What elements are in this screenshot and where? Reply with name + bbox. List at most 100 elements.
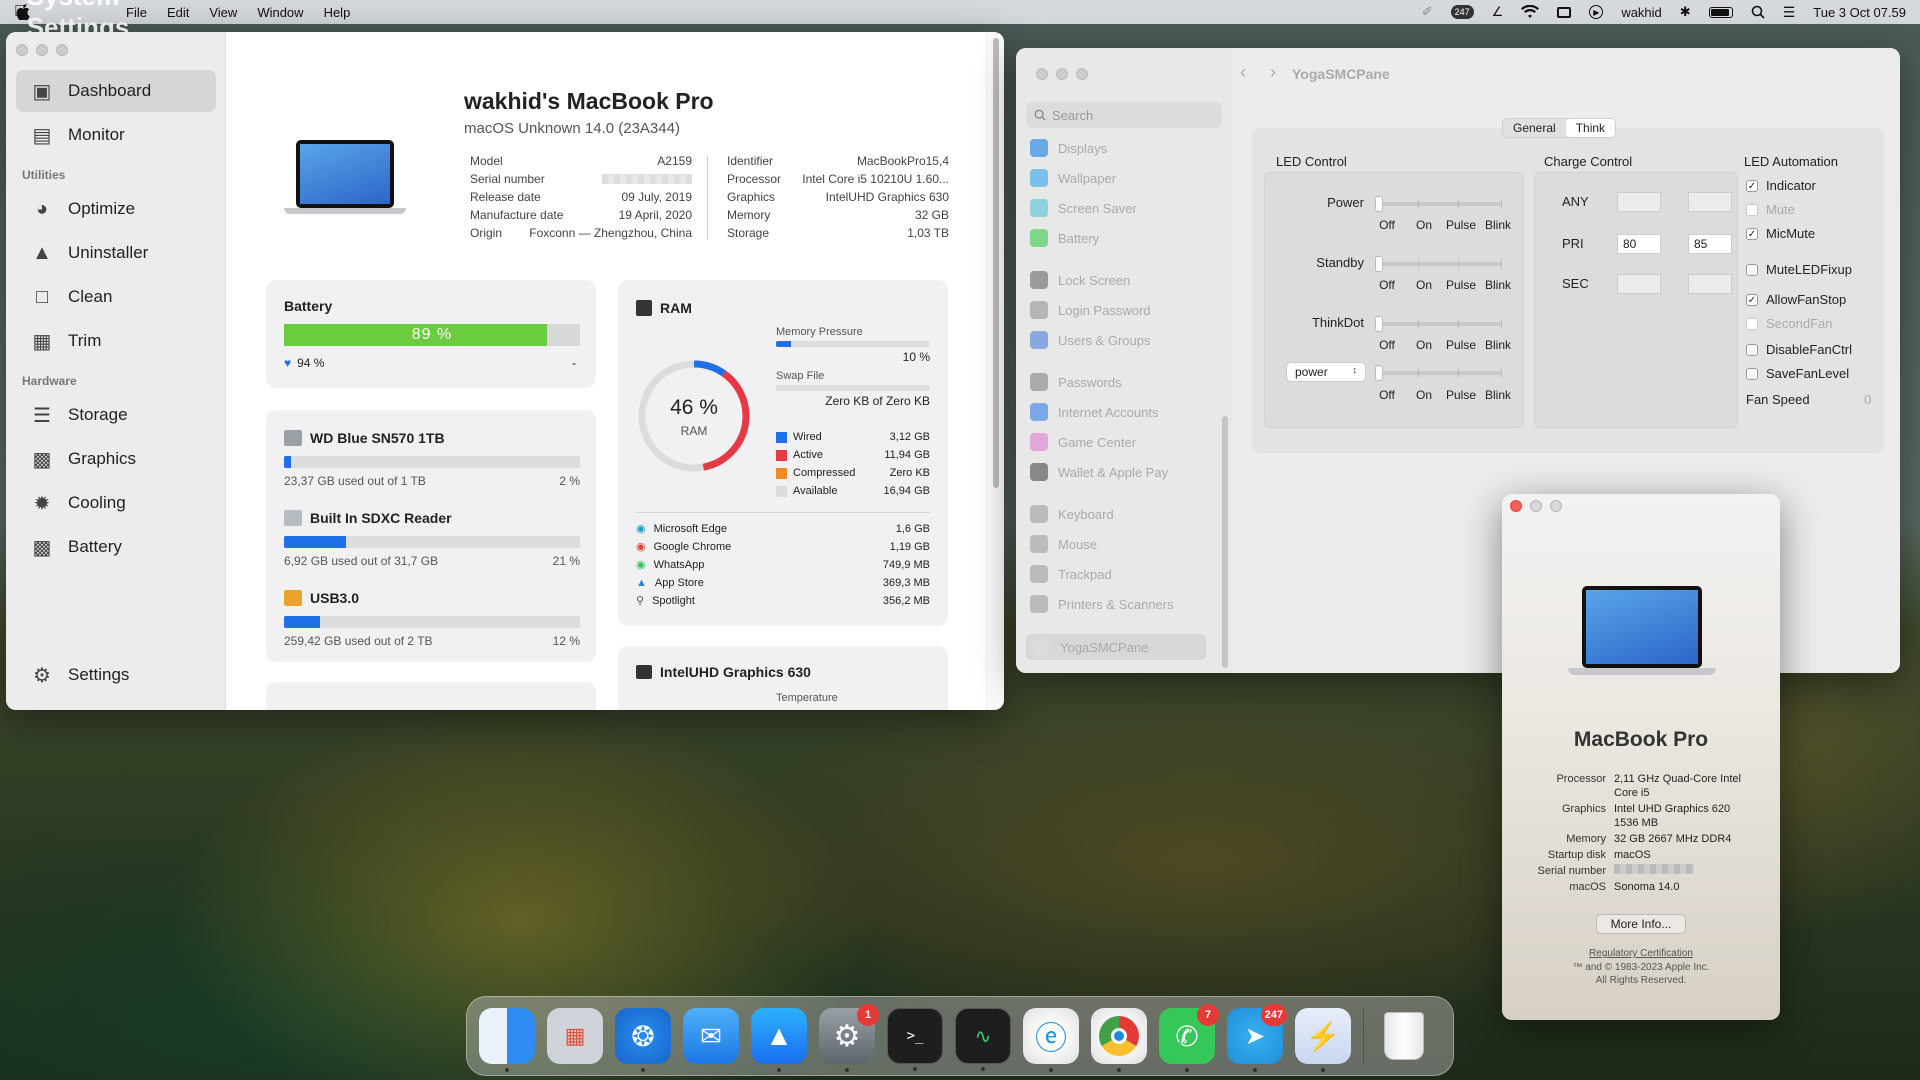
menu-user[interactable]: wakhid bbox=[1621, 5, 1661, 20]
power-slider[interactable] bbox=[1375, 196, 1502, 212]
system-settings-icon[interactable]: ⚙ 1 bbox=[819, 1004, 879, 1072]
display-icon[interactable] bbox=[1557, 6, 1572, 18]
standby-slider[interactable] bbox=[1375, 256, 1502, 272]
battery-icon[interactable] bbox=[1708, 6, 1733, 18]
settings-item-yogasmcpane[interactable]: YogaSMCPane bbox=[1026, 634, 1206, 660]
charge-sec-end[interactable] bbox=[1688, 274, 1732, 294]
launchpad-icon[interactable]: ▦ bbox=[547, 1008, 603, 1064]
ram-card[interactable]: RAM 46 % RAM Memory Pressure 10 % Swap F… bbox=[618, 280, 948, 626]
settings-item-internet-accounts[interactable]: Internet Accounts bbox=[1030, 400, 1158, 424]
sidebar-item-settings[interactable]: ⚙ Settings bbox=[16, 654, 216, 696]
finder-icon[interactable] bbox=[479, 1008, 535, 1072]
settings-item-displays[interactable]: Displays bbox=[1030, 136, 1107, 160]
bluetooth-icon[interactable]: ✱ bbox=[1680, 4, 1691, 20]
battery-card[interactable]: Battery 89 % ♥ 94 % - bbox=[266, 280, 596, 388]
settings-item-users-groups[interactable]: Users & Groups bbox=[1030, 328, 1150, 352]
sidebar-item-storage[interactable]: ☰ Storage bbox=[16, 394, 216, 436]
sidebar-item-monitor[interactable]: ▤ Monitor bbox=[16, 114, 216, 156]
zoom-button[interactable] bbox=[1076, 68, 1088, 80]
sidebar-scrollbar[interactable] bbox=[1222, 416, 1228, 668]
search-icon[interactable] bbox=[1751, 5, 1765, 19]
slider-knob[interactable] bbox=[1375, 316, 1383, 332]
slider-knob[interactable] bbox=[1375, 256, 1383, 272]
notification-count-icon[interactable]: 247 bbox=[1450, 5, 1474, 19]
charge-any-start[interactable] bbox=[1617, 192, 1661, 212]
settings-item-wallpaper[interactable]: Wallpaper bbox=[1030, 166, 1116, 190]
menu-window[interactable]: Window bbox=[257, 5, 303, 20]
telegram-icon[interactable]: ➤ 247 bbox=[1227, 1004, 1287, 1072]
settings-item-login-password[interactable]: Login Password bbox=[1030, 298, 1151, 322]
checkbox-secondfan[interactable]: SecondFan bbox=[1746, 316, 1833, 331]
sidebar-item-trim[interactable]: ▦ Trim bbox=[16, 320, 216, 362]
tab-think[interactable]: Think bbox=[1565, 119, 1616, 137]
menu-edit[interactable]: Edit bbox=[167, 5, 189, 20]
back-icon[interactable]: ‹ bbox=[1240, 62, 1246, 83]
tab-general[interactable]: General bbox=[1503, 119, 1566, 137]
settings-item-mouse[interactable]: Mouse bbox=[1030, 532, 1097, 556]
charge-any-end[interactable] bbox=[1688, 192, 1732, 212]
settings-item-keyboard[interactable]: Keyboard bbox=[1030, 502, 1114, 526]
checkbox-micmute[interactable]: ✓ MicMute bbox=[1746, 226, 1815, 241]
thinkdot-slider[interactable] bbox=[1375, 316, 1502, 332]
menu-view[interactable]: View bbox=[209, 5, 237, 20]
safari-icon[interactable]: ❂ bbox=[615, 1008, 671, 1072]
regulatory-link[interactable]: Regulatory Certification bbox=[1502, 948, 1780, 959]
settings-item-screen-saver[interactable]: Screen Saver bbox=[1030, 196, 1137, 220]
close-button[interactable] bbox=[1510, 500, 1522, 512]
storage-card[interactable]: WD Blue SN570 1TB 23,37 GB used out of 1… bbox=[266, 410, 596, 662]
sidebar-item-battery[interactable]: ▩ Battery bbox=[16, 526, 216, 568]
search-field[interactable]: Search bbox=[1026, 102, 1222, 128]
activity-monitor-icon[interactable]: ∿ bbox=[955, 1008, 1011, 1071]
menu-clock[interactable]: Tue 3 Oct 07.59 bbox=[1813, 5, 1906, 20]
pen-icon[interactable]: ∠ bbox=[1492, 4, 1504, 20]
settings-item-passwords[interactable]: Passwords bbox=[1030, 370, 1122, 394]
minimize-button[interactable] bbox=[1530, 500, 1542, 512]
whatsapp-icon[interactable]: ✆ 7 bbox=[1159, 1004, 1219, 1072]
settings-item-wallet[interactable]: Wallet & Apple Pay bbox=[1030, 460, 1168, 484]
led-select[interactable]: power ↕ bbox=[1286, 362, 1366, 382]
play-icon[interactable]: ▶ bbox=[1589, 5, 1604, 19]
sidebar-item-clean[interactable]: □ Clean bbox=[16, 276, 216, 318]
wifi-icon[interactable] bbox=[1521, 5, 1540, 19]
settings-item-lock-screen[interactable]: Lock Screen bbox=[1030, 268, 1130, 292]
menu-help[interactable]: Help bbox=[324, 5, 351, 20]
minimize-button[interactable] bbox=[1056, 68, 1068, 80]
zoom-button[interactable] bbox=[1550, 500, 1562, 512]
appstore-icon[interactable]: ▲ bbox=[751, 1008, 807, 1072]
forward-icon[interactable]: › bbox=[1270, 62, 1276, 83]
sidebar-item-optimize[interactable]: ◕ Optimize bbox=[16, 188, 216, 230]
charge-pri-start[interactable]: 80 bbox=[1617, 234, 1661, 254]
checkbox-mute[interactable]: Mute bbox=[1746, 202, 1795, 217]
checkbox-allowfanstop[interactable]: ✓ AllowFanStop bbox=[1746, 292, 1846, 307]
chrome-icon[interactable] bbox=[1091, 1008, 1147, 1072]
close-button[interactable] bbox=[1036, 68, 1048, 80]
scrollbar-thumb[interactable] bbox=[993, 38, 999, 488]
terminal-icon[interactable]: >_ bbox=[887, 1008, 943, 1071]
close-button[interactable] bbox=[16, 44, 28, 56]
settings-item-battery[interactable]: Battery bbox=[1030, 226, 1099, 250]
custom-slider[interactable] bbox=[1375, 365, 1502, 381]
checkbox-savefanlevel[interactable]: SaveFanLevel bbox=[1746, 366, 1849, 381]
zoom-button[interactable] bbox=[56, 44, 68, 56]
slider-knob[interactable] bbox=[1375, 365, 1383, 381]
settings-item-trackpad[interactable]: Trackpad bbox=[1030, 562, 1112, 586]
feather-icon[interactable]: ✐ bbox=[1422, 4, 1433, 20]
checkbox-muteledfixup[interactable]: MuteLEDFixup bbox=[1746, 262, 1852, 277]
scrollbar[interactable] bbox=[986, 32, 1004, 710]
sidebar-item-graphics[interactable]: ▩ Graphics bbox=[16, 438, 216, 480]
sidebar-item-uninstaller[interactable]: ▲ Uninstaller bbox=[16, 232, 216, 274]
checkbox-disablefanctrl[interactable]: DisableFanCtrl bbox=[1746, 342, 1852, 357]
mail-icon[interactable]: ✉ bbox=[683, 1008, 739, 1064]
more-info-button[interactable]: More Info... bbox=[1596, 914, 1686, 934]
checkbox-indicator[interactable]: ✓ Indicator bbox=[1746, 178, 1816, 193]
trash-icon[interactable] bbox=[1376, 1008, 1432, 1064]
slider-knob[interactable] bbox=[1375, 196, 1383, 212]
control-center-icon[interactable]: ☰ bbox=[1783, 4, 1796, 21]
settings-item-game-center[interactable]: Game Center bbox=[1030, 430, 1136, 454]
edge-icon[interactable]: ⓔ bbox=[1023, 1008, 1079, 1072]
shortcut-bolt-icon[interactable]: ⚡ bbox=[1295, 1008, 1351, 1072]
charge-sec-start[interactable] bbox=[1617, 274, 1661, 294]
minimize-button[interactable] bbox=[36, 44, 48, 56]
sidebar-item-cooling[interactable]: ✹ Cooling bbox=[16, 482, 216, 524]
charge-pri-end[interactable]: 85 bbox=[1688, 234, 1732, 254]
